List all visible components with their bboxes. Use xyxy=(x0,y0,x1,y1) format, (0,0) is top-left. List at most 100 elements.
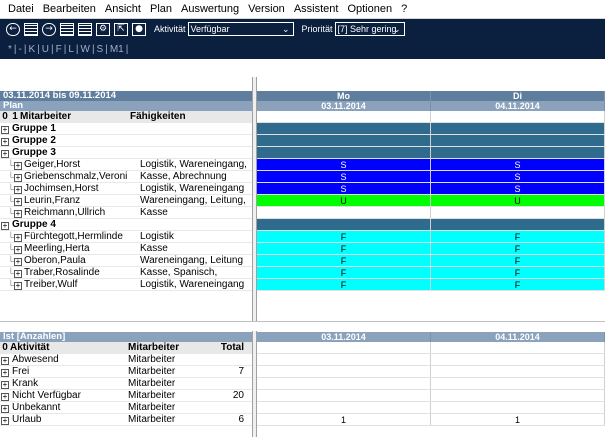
ist-count-cell[interactable] xyxy=(257,366,431,377)
menu-version[interactable]: Version xyxy=(248,3,285,15)
back-icon[interactable]: ← xyxy=(6,22,20,36)
ist-count-cell[interactable] xyxy=(431,390,605,401)
expand-icon[interactable]: + xyxy=(14,186,22,194)
expand-toggle[interactable]: └ + xyxy=(0,195,22,206)
expand-icon[interactable]: + xyxy=(1,357,9,365)
employee-row[interactable]: └ + Griebenschmalz,Veroni Kasse, Abrechnung xyxy=(0,171,252,183)
group-row[interactable]: + Gruppe 1 xyxy=(0,123,252,135)
expand-icon[interactable]: + xyxy=(1,405,9,413)
ist-count-cell[interactable] xyxy=(257,390,431,401)
filter-m1-button[interactable]: M1 xyxy=(110,44,124,55)
expand-toggle[interactable]: + xyxy=(0,378,10,389)
schedule-cell[interactable] xyxy=(257,207,431,218)
ist-col-index[interactable]: 0 xyxy=(0,342,10,353)
ist-row[interactable]: + Urlaub Mitarbeiter 6 xyxy=(0,414,252,426)
employee-row[interactable]: └ + Reichmann,Ullrich Kasse xyxy=(0,207,252,219)
expand-toggle[interactable]: + xyxy=(0,147,10,158)
filter-dash-button[interactable]: - xyxy=(19,44,22,55)
schedule-cell[interactable]: F xyxy=(431,279,605,290)
ist-count-cell[interactable] xyxy=(431,354,605,365)
menu-assistent[interactable]: Assistent xyxy=(294,3,339,15)
schedule-cell[interactable] xyxy=(431,135,605,146)
schedule-cell[interactable]: S xyxy=(257,159,431,170)
expand-toggle[interactable]: └ + xyxy=(0,183,22,194)
ist-row[interactable]: + Krank Mitarbeiter xyxy=(0,378,252,390)
schedule-cell[interactable]: S xyxy=(257,171,431,182)
expand-toggle[interactable]: + xyxy=(0,219,10,230)
expand-toggle[interactable]: + xyxy=(0,123,10,134)
schedule-cell[interactable]: F xyxy=(257,243,431,254)
ist-row[interactable]: + Unbekannt Mitarbeiter xyxy=(0,402,252,414)
expand-icon[interactable]: + xyxy=(1,126,9,134)
expand-icon[interactable]: + xyxy=(1,222,9,230)
expand-icon[interactable]: + xyxy=(14,162,22,170)
ist-count-cell[interactable]: 1 xyxy=(257,414,431,425)
schedule-cell[interactable]: F xyxy=(257,255,431,266)
ist-count-cell[interactable] xyxy=(257,378,431,389)
export-icon[interactable]: ⇱ xyxy=(114,22,128,36)
expand-icon[interactable]: + xyxy=(1,417,9,425)
expand-icon[interactable]: + xyxy=(1,138,9,146)
expand-toggle[interactable]: + xyxy=(0,354,10,365)
list-icon[interactable] xyxy=(78,22,92,36)
expand-toggle[interactable]: + xyxy=(0,402,10,413)
employee-row[interactable]: └ + Jochimsen,Horst Logistik, Wareneingang xyxy=(0,183,252,195)
schedule-cell[interactable] xyxy=(431,147,605,158)
ist-row[interactable]: + Abwesend Mitarbeiter xyxy=(0,354,252,366)
schedule-cell[interactable] xyxy=(257,123,431,134)
group-row[interactable]: + Gruppe 2 xyxy=(0,135,252,147)
expand-icon[interactable]: + xyxy=(14,270,22,278)
forward-icon[interactable]: → xyxy=(42,22,56,36)
expand-toggle[interactable]: └ + xyxy=(0,255,22,266)
priority-select[interactable]: [7] Sehr gering ⌄ xyxy=(334,22,405,36)
activity-select[interactable]: Verfügbar ⌄ xyxy=(187,22,294,36)
schedule-cell[interactable]: S xyxy=(431,159,605,170)
tag-icon[interactable]: ● xyxy=(132,22,146,36)
expand-icon[interactable]: + xyxy=(1,150,9,158)
schedule-cell[interactable] xyxy=(431,207,605,218)
grid-icon[interactable] xyxy=(60,22,74,36)
employee-row[interactable]: └ + Fürchtegott,Hermlinde Logistik xyxy=(0,231,252,243)
expand-icon[interactable]: + xyxy=(14,258,22,266)
employee-row[interactable]: └ + Geiger,Horst Logistik, Wareneingang, xyxy=(0,159,252,171)
schedule-cell[interactable] xyxy=(257,135,431,146)
employee-row[interactable]: └ + Treiber,Wulf Logistik, Wareneingang xyxy=(0,279,252,291)
expand-toggle[interactable]: └ + xyxy=(0,207,22,218)
employee-row[interactable]: └ + Meerling,Herta Kasse xyxy=(0,243,252,255)
schedule-cell[interactable] xyxy=(431,123,605,134)
expand-toggle[interactable]: + xyxy=(0,390,10,401)
expand-icon[interactable]: + xyxy=(14,198,22,206)
ist-col-activity[interactable]: Aktivität xyxy=(10,342,128,353)
col-employee-header[interactable]: Mitarbeiter xyxy=(20,111,130,122)
schedule-cell[interactable]: F xyxy=(431,243,605,254)
schedule-cell[interactable]: F xyxy=(431,255,605,266)
ist-col-total[interactable]: Total xyxy=(218,342,248,353)
expand-toggle[interactable]: + xyxy=(0,414,10,425)
filter-u-button[interactable]: U xyxy=(42,44,49,55)
schedule-cell[interactable]: F xyxy=(257,267,431,278)
filter-k-button[interactable]: K xyxy=(28,44,35,55)
expand-icon[interactable]: + xyxy=(1,369,9,377)
col-skills-header[interactable]: Fähigkeiten xyxy=(130,111,240,122)
settings-icon[interactable]: ⚙ xyxy=(96,22,110,36)
filter-f-button[interactable]: F xyxy=(56,44,62,55)
col-index-1[interactable]: 1 xyxy=(10,111,20,122)
expand-toggle[interactable]: └ + xyxy=(0,231,22,242)
expand-icon[interactable]: + xyxy=(1,393,9,401)
expand-toggle[interactable]: └ + xyxy=(0,159,22,170)
filter-s-button[interactable]: S xyxy=(97,44,104,55)
col-index-0[interactable]: 0 xyxy=(0,111,10,122)
expand-toggle[interactable]: └ + xyxy=(0,279,22,290)
schedule-cell[interactable]: F xyxy=(257,279,431,290)
expand-icon[interactable]: + xyxy=(14,234,22,242)
menu-help[interactable]: ? xyxy=(401,3,407,15)
expand-toggle[interactable]: └ + xyxy=(0,267,22,278)
employee-row[interactable]: └ + Leurin,Franz Wareneingang, Leitung, xyxy=(0,195,252,207)
schedule-cell[interactable]: S xyxy=(257,183,431,194)
employee-row[interactable]: └ + Oberon,Paula Wareneingang, Leitung xyxy=(0,255,252,267)
schedule-cell[interactable]: S xyxy=(431,171,605,182)
schedule-cell[interactable] xyxy=(257,147,431,158)
menu-optionen[interactable]: Optionen xyxy=(347,3,392,15)
ist-row[interactable]: + Frei Mitarbeiter 7 xyxy=(0,366,252,378)
calendar-icon[interactable] xyxy=(24,22,38,36)
